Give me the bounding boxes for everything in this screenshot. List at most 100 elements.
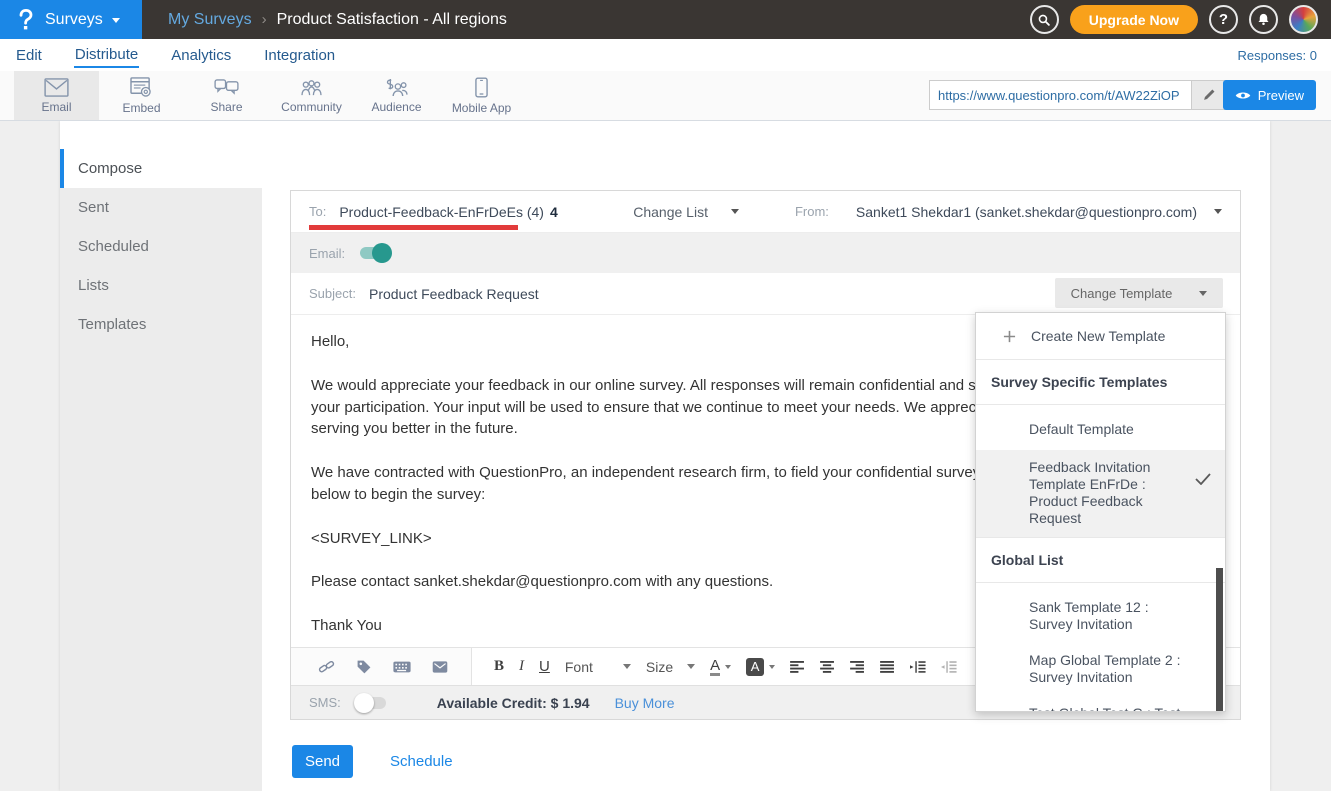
breadcrumb-separator: › (262, 11, 267, 28)
survey-url-input[interactable] (930, 81, 1191, 109)
from-sender-value[interactable]: Sanket1 Shekdar1 (sanket.shekdar@questio… (856, 204, 1197, 220)
to-underline-bar (309, 225, 518, 230)
chevron-down-icon (731, 209, 739, 214)
email-toggle-row: Email: (291, 233, 1240, 273)
distribute-channel-bar: Email Embed Share (0, 71, 1331, 121)
align-right-button[interactable] (850, 661, 865, 673)
indent-icon (910, 661, 926, 673)
tab-distribute[interactable]: Distribute (74, 43, 139, 68)
product-switcher[interactable]: Surveys (0, 0, 142, 39)
create-new-template-item[interactable]: Create New Template (976, 313, 1225, 360)
align-justify-icon (880, 661, 895, 673)
align-left-button[interactable] (790, 661, 805, 673)
subject-input[interactable]: Product Feedback Request (369, 286, 539, 302)
chevron-down-icon (1214, 209, 1222, 214)
sidebar-item-scheduled[interactable]: Scheduled (60, 227, 262, 266)
template-item-feedback-invitation[interactable]: Feedback Invitation Template EnFrDe : Pr… (976, 450, 1225, 538)
outdent-icon (941, 661, 957, 673)
chevron-down-icon (623, 664, 631, 669)
font-select[interactable]: Font (565, 659, 631, 675)
sidebar-item-templates[interactable]: Templates (60, 305, 262, 344)
global-list-header: Global List (976, 538, 1225, 583)
preview-button[interactable]: Preview (1223, 80, 1316, 110)
notifications-button[interactable] (1249, 5, 1278, 34)
sidebar-item-sent[interactable]: Sent (60, 188, 262, 227)
from-label: From: (795, 204, 829, 219)
size-select-label: Size (646, 659, 673, 675)
channel-mobile-app-label: Mobile App (452, 101, 511, 115)
link-icon (318, 658, 335, 675)
tab-integration[interactable]: Integration (263, 44, 336, 67)
page-title: Product Satisfaction - All regions (277, 11, 507, 29)
chevron-down-icon (112, 18, 120, 23)
header-actions: Upgrade Now ? (1030, 5, 1331, 34)
change-list-button[interactable]: Change List (633, 204, 739, 220)
change-template-label: Change Template (1071, 286, 1173, 301)
pencil-icon (1202, 88, 1216, 102)
search-button[interactable] (1030, 5, 1059, 34)
sidebar-item-lists[interactable]: Lists (60, 266, 262, 305)
survey-specific-templates-header: Survey Specific Templates (976, 360, 1225, 405)
bold-button[interactable]: B (494, 658, 504, 675)
insert-link-button[interactable] (318, 658, 335, 675)
questionpro-logo-icon (16, 8, 36, 32)
sms-toggle-label: SMS: (309, 695, 341, 710)
tab-edit[interactable]: Edit (15, 44, 43, 67)
template-item-default[interactable]: Default Template (976, 405, 1225, 450)
background-color-button[interactable]: A (746, 658, 775, 676)
bell-icon (1256, 12, 1271, 27)
merge-codes-button[interactable] (393, 661, 411, 673)
change-list-label: Change List (633, 204, 708, 220)
template-item-sank-12[interactable]: Sank Template 12 : Survey Invitation (976, 583, 1225, 642)
toggle-knob (372, 243, 392, 263)
outdent-button[interactable] (941, 661, 957, 673)
italic-button[interactable]: I (519, 658, 524, 675)
edit-url-button[interactable] (1191, 81, 1225, 109)
product-switcher-label: Surveys (45, 11, 103, 29)
indent-button[interactable] (910, 661, 926, 673)
breadcrumb-my-surveys[interactable]: My Surveys (168, 11, 252, 29)
mobile-phone-icon (475, 77, 488, 98)
tab-analytics[interactable]: Analytics (170, 44, 232, 67)
subject-row: Subject: Product Feedback Request Change… (291, 273, 1240, 315)
channel-email[interactable]: Email (14, 71, 99, 120)
send-button[interactable]: Send (292, 745, 353, 778)
template-item-label: Feedback Invitation Template EnFrDe : Pr… (1029, 459, 1181, 527)
insert-image-button[interactable] (432, 661, 448, 673)
user-avatar[interactable] (1289, 5, 1318, 34)
sms-toggle[interactable] (356, 697, 386, 709)
responses-count: Responses: 0 (1238, 48, 1318, 63)
channel-embed[interactable]: Embed (99, 71, 184, 120)
to-list-value[interactable]: Product-Feedback-EnFrDeEs (4) (339, 204, 544, 220)
plus-icon (1003, 330, 1016, 343)
buy-more-link[interactable]: Buy More (615, 695, 675, 711)
chevron-down-icon (769, 665, 775, 669)
survey-url-group (929, 80, 1226, 110)
insert-tag-button[interactable] (356, 659, 372, 675)
breadcrumb: My Surveys › Product Satisfaction - All … (168, 11, 507, 29)
help-button[interactable]: ? (1209, 5, 1238, 34)
channel-community[interactable]: Community (269, 71, 354, 120)
channel-community-label: Community (281, 100, 342, 114)
embed-browser-gear-icon (130, 77, 153, 98)
email-toggle-label: Email: (309, 246, 345, 261)
schedule-link[interactable]: Schedule (390, 753, 453, 770)
email-toggle[interactable] (360, 247, 390, 259)
size-select[interactable]: Size (646, 659, 695, 675)
survey-nav: Edit Distribute Analytics Integration Re… (0, 39, 1331, 71)
template-item-map-global-2[interactable]: Map Global Template 2 : Survey Invitatio… (976, 642, 1225, 695)
to-row: To: Product-Feedback-EnFrDeEs (4) 4 Chan… (291, 191, 1240, 233)
align-center-button[interactable] (820, 661, 835, 673)
dropdown-scrollbar[interactable] (1216, 568, 1223, 711)
underline-button[interactable]: U (539, 658, 550, 675)
upgrade-now-button[interactable]: Upgrade Now (1070, 5, 1198, 34)
template-item-test-global-g[interactable]: Test Global Test G : Test RAA G (976, 695, 1225, 712)
sidebar-item-compose[interactable]: Compose (60, 149, 262, 188)
channel-audience[interactable]: Audience (354, 71, 439, 120)
channel-share[interactable]: Share (184, 71, 269, 120)
change-template-button[interactable]: Change Template (1055, 278, 1223, 308)
text-color-button[interactable]: A (710, 658, 731, 676)
channel-mobile-app[interactable]: Mobile App (439, 71, 524, 120)
people-group-icon (299, 78, 324, 97)
align-justify-button[interactable] (880, 661, 895, 673)
